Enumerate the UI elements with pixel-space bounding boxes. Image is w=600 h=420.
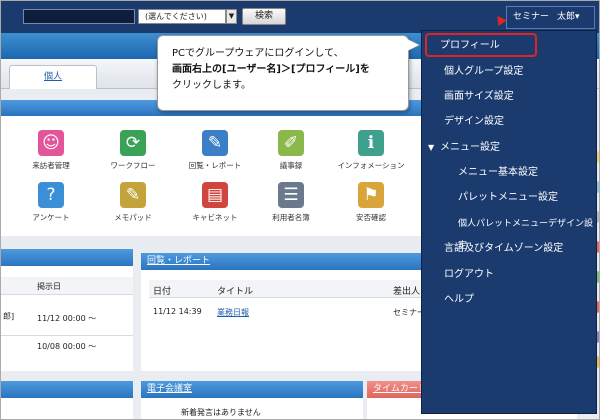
chevron-down-icon: ▾	[575, 12, 580, 22]
search-button[interactable]: 検索	[242, 8, 286, 25]
app-launcher-item[interactable]: ? アンケート	[11, 182, 91, 223]
safety-icon: ⚑	[358, 182, 384, 208]
user-menu-button[interactable]: セミナー 太郎▾	[506, 6, 595, 29]
meeting-empty-note: 新着発言はありません	[181, 408, 261, 417]
app-launcher-label: アンケート	[32, 213, 70, 222]
instruction-callout: PCでグループウェアにログインして、 画面右上の[ユーザー名]＞[プロフィール]…	[157, 35, 409, 111]
app-launcher-label: 来訪者管理	[32, 161, 70, 170]
app-launcher-item[interactable]: ✐ 議事録	[251, 130, 331, 171]
meeting-title-link[interactable]: 電子会議室	[147, 384, 192, 394]
survey-icon: ?	[38, 182, 64, 208]
visitor-icon: ☺	[38, 130, 64, 156]
timecard-title-link[interactable]: タイムカード	[373, 384, 427, 394]
app-launcher-label: 議事録	[279, 161, 303, 170]
app-launcher-label: インフォメーション	[337, 161, 405, 170]
callout-line: PCでグループウェアにログインして、	[172, 48, 344, 59]
bulletin-row-date: 10/08 00:00 ～	[37, 342, 97, 351]
meeting-pane-header: 電子会議室	[141, 381, 363, 398]
report-pane-title-link[interactable]: 回覧・レポート	[147, 256, 210, 266]
user-dropdown-menu: プロフィール 個人グループ設定 画面サイズ設定 デザイン設定 ▼ メニュー設定 メ…	[421, 30, 597, 414]
app-launcher-label: 利用者名簿	[272, 213, 310, 222]
column-header-date: 日付	[153, 287, 172, 297]
meeting-pane: 電子会議室 新着発言はありません	[141, 381, 363, 419]
report-row-date: 11/12 14:39	[153, 307, 202, 316]
profile-highlight-box	[425, 33, 537, 57]
report-row-title-link[interactable]: 業務日報	[217, 307, 249, 318]
menu-item-language-timezone[interactable]: 言語及びタイムゾーン設定	[422, 238, 598, 260]
bulletin-pane: 掲示日 郎] 11/12 00:00 ～ 10/08 00:00 ～	[1, 249, 133, 371]
menu-item-personal-group[interactable]: 個人グループ設定	[422, 61, 598, 83]
bulletin-row-date: 11/12 00:00 ～	[37, 314, 97, 323]
search-scope-select[interactable]: (選んでください)	[138, 9, 226, 24]
menu-item-screen-size[interactable]: 画面サイズ設定	[422, 86, 598, 108]
row-divider	[1, 335, 133, 336]
callout-pointer	[407, 39, 419, 51]
workflow-icon: ⟳	[120, 130, 146, 156]
report-table-header	[149, 280, 423, 298]
menu-item-label: メニュー設定	[440, 142, 500, 153]
menu-item-palette-menu[interactable]: パレットメニュー設定	[422, 187, 598, 209]
report-icon: ✎	[202, 130, 228, 156]
user-last-name: 太郎	[557, 12, 576, 22]
tab-kojin[interactable]: 個人	[9, 65, 97, 89]
app-launcher-label: ワークフロー	[110, 161, 156, 170]
app-launcher-label: メモパッド	[114, 213, 152, 222]
app-launcher-item[interactable]: ⟳ ワークフロー	[93, 130, 173, 171]
column-header-sender: 差出人	[393, 287, 421, 297]
app-launcher-item[interactable]: ✎ 回覧・レポート	[175, 130, 255, 171]
menu-item-logout[interactable]: ログアウト	[422, 264, 598, 286]
bottom-left-pane-header	[1, 381, 133, 398]
menu-item-help[interactable]: ヘルプ	[422, 289, 598, 311]
menu-item-palette-design[interactable]: 個人パレットメニューデザイン設定	[422, 213, 598, 251]
app-launcher-item[interactable]: ☺ 来訪者管理	[11, 130, 91, 171]
column-header-date: 掲示日	[37, 282, 61, 291]
app-launcher: ☺ 来訪者管理 ⟳ ワークフロー ✎ 回覧・レポート ✐ 議事録 ℹ インフォメーション? アンケー…	[1, 116, 421, 236]
menu-item-menu-settings[interactable]: ▼ メニュー設定	[422, 137, 598, 159]
app-launcher-label: 安否確認	[356, 213, 386, 222]
app-launcher-item[interactable]: ✎ メモパッド	[93, 182, 173, 223]
menu-item-design[interactable]: デザイン設定	[422, 111, 598, 133]
app-launcher-item[interactable]: ⚑ 安否確認	[331, 182, 411, 223]
directory-icon: ☰	[278, 182, 304, 208]
app-launcher-item[interactable]: ☰ 利用者名簿	[251, 182, 331, 223]
caret-down-icon: ▼	[428, 143, 435, 152]
column-header-title: タイトル	[217, 287, 254, 297]
callout-line: クリックします。	[172, 80, 251, 91]
callout-line: 画面右上の[ユーザー名]＞[プロフィール]を	[172, 64, 370, 75]
chevron-down-icon[interactable]: ▼	[226, 9, 237, 24]
bottom-left-pane	[1, 381, 133, 419]
menu-item-menu-basic[interactable]: メニュー基本設定	[422, 162, 598, 184]
information-icon: ℹ	[358, 130, 384, 156]
minutes-icon: ✐	[278, 130, 304, 156]
cabinet-icon: ▤	[202, 182, 228, 208]
app-launcher-item[interactable]: ℹ インフォメーション	[331, 130, 411, 171]
bulletin-table-header	[1, 277, 133, 295]
user-first-name: セミナー	[513, 12, 550, 22]
app-launcher-label: 回覧・レポート	[188, 161, 242, 170]
app-launcher-label: キャビネット	[192, 213, 238, 222]
report-pane-header: 回覧・レポート	[141, 253, 423, 270]
app-launcher-item[interactable]: ▤ キャビネット	[175, 182, 255, 223]
memopad-icon: ✎	[120, 182, 146, 208]
bulletin-row-prefix: 郎]	[3, 312, 15, 321]
bulletin-pane-header	[1, 249, 133, 266]
app-window: (選んでください) ▼ 検索 セミナー 太郎▾ 個人 ☺ 来訪者管理 ⟳ ワークフロー ✎…	[0, 0, 600, 420]
search-input[interactable]	[23, 9, 135, 24]
report-pane: 回覧・レポート 日付 タイトル 差出人 11/12 14:39 業務日報 セミナ…	[141, 253, 425, 371]
